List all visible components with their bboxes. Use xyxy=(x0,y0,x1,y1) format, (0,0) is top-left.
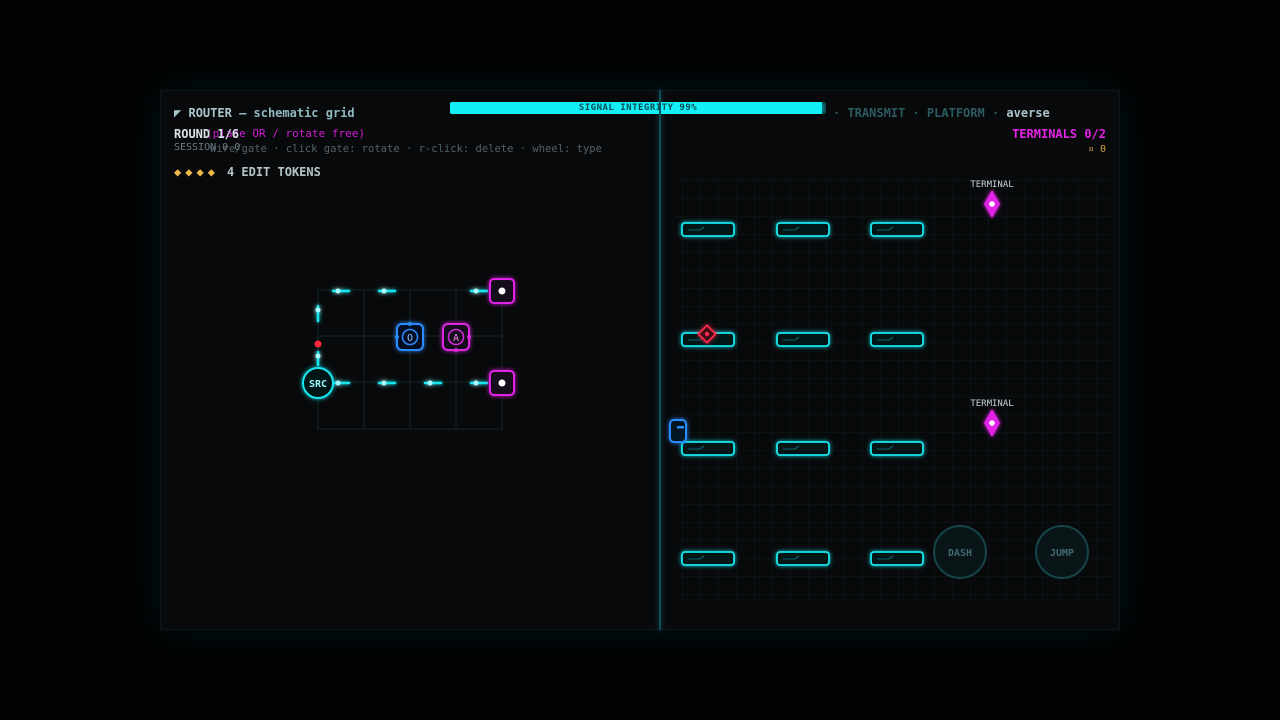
platform xyxy=(681,551,735,566)
platform xyxy=(870,222,924,237)
jump-button-label: JUMP xyxy=(1050,548,1074,559)
gate-o-label: O xyxy=(407,333,413,344)
platform xyxy=(776,441,830,456)
sink-node[interactable] xyxy=(489,278,515,304)
platform xyxy=(681,222,735,237)
dash-button-label: DASH xyxy=(948,548,972,559)
game-frame: SIGNAL INTEGRITY 99% ◤ ROUTER — schemati… xyxy=(160,90,1120,630)
source-label: SRC xyxy=(309,379,327,390)
platform xyxy=(776,222,830,237)
platform xyxy=(776,551,830,566)
platform xyxy=(681,441,735,456)
source-node[interactable]: SRC xyxy=(302,367,334,399)
gate-a-label: A xyxy=(453,333,459,344)
gate-o[interactable]: O xyxy=(395,322,424,351)
schematic-grid[interactable] xyxy=(317,289,503,430)
platform xyxy=(870,441,924,456)
platform xyxy=(870,551,924,566)
terminal-label: TERMINAL xyxy=(970,180,1013,190)
platform xyxy=(870,332,924,347)
sink-node[interactable] xyxy=(489,370,515,396)
fault-marker-icon xyxy=(314,340,322,348)
jump-button[interactable]: JUMP xyxy=(1035,525,1089,579)
platform xyxy=(776,332,830,347)
gate-a[interactable]: A xyxy=(442,323,471,352)
game-canvas: SRC O A TERMINAL TERMINAL DASH JUMP xyxy=(302,180,1115,600)
player-avatar xyxy=(669,419,687,443)
dash-button[interactable]: DASH xyxy=(933,525,987,579)
terminal-label: TERMINAL xyxy=(970,399,1013,409)
